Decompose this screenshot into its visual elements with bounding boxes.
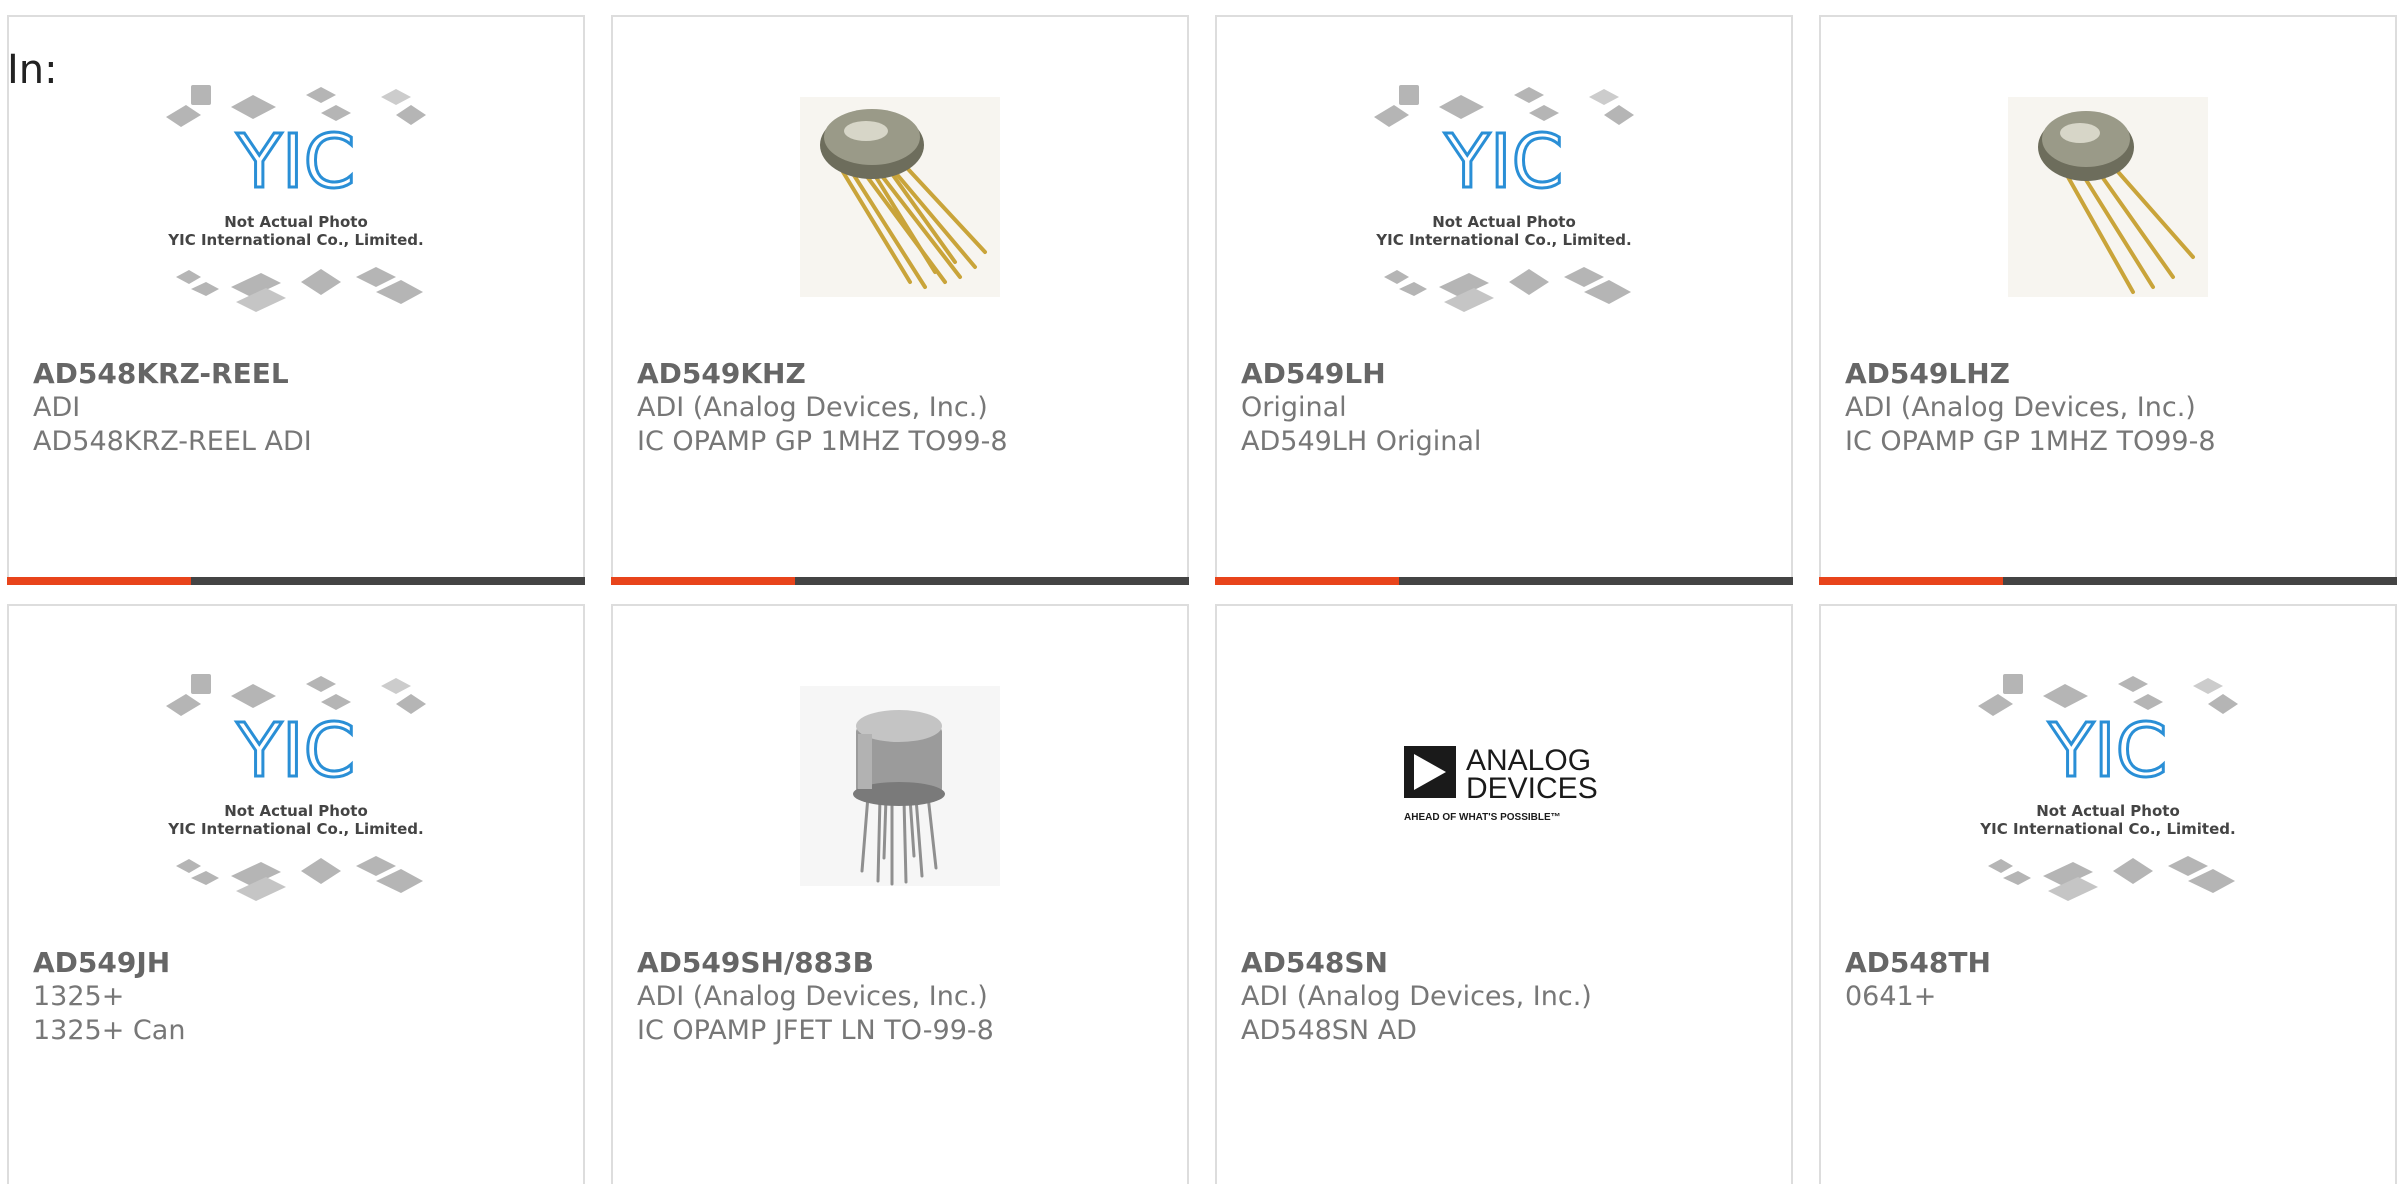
part-number[interactable]: AD548KRZ-REEL xyxy=(33,357,563,391)
description: IC OPAMP GP 1MHZ TO99-8 xyxy=(637,426,1008,457)
to99-gold-can-icon xyxy=(800,97,1000,297)
part-number[interactable]: AD549SH/883B xyxy=(637,946,1167,980)
product-card[interactable]: AD549SH/883B ADI (Analog Devices, Inc.) … xyxy=(611,604,1189,1184)
description: 1325+ Can xyxy=(33,1015,186,1046)
part-number[interactable]: AD549LH xyxy=(1241,357,1771,391)
product-image[interactable]: ANALOG DEVICES AHEAD OF WHAT'S POSSIBLE™ xyxy=(1217,666,1791,906)
product-card[interactable]: AD549LHZ ADI (Analog Devices, Inc.) IC O… xyxy=(1819,15,2397,585)
svg-text:YIC: YIC xyxy=(236,708,356,794)
product-card[interactable]: YIC Not Actual Photo YIC International C… xyxy=(1215,15,1793,585)
part-number[interactable]: AD549LHZ xyxy=(1845,357,2375,391)
product-card[interactable]: YIC Not Actual Photo YIC International C… xyxy=(1819,604,2397,1184)
card-bar xyxy=(1215,577,1793,585)
svg-text:YIC International Co., Limited: YIC International Co., Limited. xyxy=(167,820,423,838)
card-bar xyxy=(7,577,585,585)
product-grid: YIC Not Actual Photo YIC International C… xyxy=(0,0,2400,1184)
svg-text:AHEAD OF WHAT'S POSSIBLE™: AHEAD OF WHAT'S POSSIBLE™ xyxy=(1404,812,1561,823)
svg-text:YIC International Co., Limited: YIC International Co., Limited. xyxy=(1979,820,2235,838)
description: AD548KRZ-REEL ADI xyxy=(33,426,312,457)
product-image[interactable] xyxy=(1821,77,2395,317)
product-image[interactable]: YIC Not Actual Photo YIC International C… xyxy=(1217,77,1791,317)
svg-text:YIC: YIC xyxy=(2048,708,2168,794)
product-card[interactable]: ANALOG DEVICES AHEAD OF WHAT'S POSSIBLE™… xyxy=(1215,604,1793,1184)
description: AD549LH Original xyxy=(1241,426,1482,457)
card-bar-accent xyxy=(1215,577,1399,585)
manufacturer: ADI (Analog Devices, Inc.) xyxy=(1241,981,1592,1012)
manufacturer: ADI (Analog Devices, Inc.) xyxy=(637,392,988,423)
chip-placeholder-icon: YIC Not Actual Photo YIC International C… xyxy=(166,674,426,901)
product-card[interactable]: AD549KHZ ADI (Analog Devices, Inc.) IC O… xyxy=(611,15,1189,585)
product-image[interactable]: YIC Not Actual Photo YIC International C… xyxy=(9,666,583,906)
product-image[interactable] xyxy=(613,666,1187,906)
product-card[interactable]: YIC Not Actual Photo YIC International C… xyxy=(7,604,585,1184)
svg-text:Not Actual Photo: Not Actual Photo xyxy=(224,802,368,820)
manufacturer: ADI (Analog Devices, Inc.) xyxy=(637,981,988,1012)
part-number[interactable]: AD549JH xyxy=(33,946,563,980)
manufacturer: 0641+ xyxy=(1845,981,1937,1012)
to99-metal-can-icon xyxy=(800,686,1000,886)
card-bar xyxy=(1819,577,2397,585)
svg-text:Not Actual Photo: Not Actual Photo xyxy=(1432,213,1576,231)
description: AD548SN AD xyxy=(1241,1015,1417,1046)
svg-text:YIC International Co., Limited: YIC International Co., Limited. xyxy=(167,231,423,249)
analog-devices-logo-icon: ANALOG DEVICES AHEAD OF WHAT'S POSSIBLE™ xyxy=(1404,744,1598,823)
description: IC OPAMP JFET LN TO-99-8 xyxy=(637,1015,994,1046)
chip-placeholder-icon: YIC Not Actual Photo YIC International C… xyxy=(1374,85,1634,312)
manufacturer: ADI (Analog Devices, Inc.) xyxy=(1845,392,2196,423)
svg-text:YIC: YIC xyxy=(1444,119,1564,205)
chip-placeholder-icon: YIC Not Actual Photo YIC International C… xyxy=(1978,674,2238,901)
card-bar xyxy=(611,577,1189,585)
description: IC OPAMP GP 1MHZ TO99-8 xyxy=(1845,426,2216,457)
product-image[interactable] xyxy=(613,77,1187,317)
filter-label: In: xyxy=(7,47,58,93)
chip-placeholder-icon: YIC Not Actual Photo YIC International C… xyxy=(166,85,426,312)
card-bar-accent xyxy=(611,577,795,585)
card-bar-accent xyxy=(7,577,191,585)
to99-gold-can-icon xyxy=(2008,97,2208,297)
product-card[interactable]: YIC Not Actual Photo YIC International C… xyxy=(7,15,585,585)
product-image[interactable]: YIC Not Actual Photo YIC International C… xyxy=(9,77,583,317)
manufacturer: 1325+ xyxy=(33,981,125,1012)
svg-text:YIC: YIC xyxy=(236,119,356,205)
svg-text:DEVICES: DEVICES xyxy=(1466,772,1598,805)
card-bar-accent xyxy=(1819,577,2003,585)
product-image[interactable]: YIC Not Actual Photo YIC International C… xyxy=(1821,666,2395,906)
part-number[interactable]: AD548TH xyxy=(1845,946,2375,980)
manufacturer: ADI xyxy=(33,392,81,423)
part-number[interactable]: AD549KHZ xyxy=(637,357,1167,391)
manufacturer: Original xyxy=(1241,392,1347,423)
svg-text:Not Actual Photo: Not Actual Photo xyxy=(224,213,368,231)
svg-text:Not Actual Photo: Not Actual Photo xyxy=(2036,802,2180,820)
svg-text:YIC International Co., Limited: YIC International Co., Limited. xyxy=(1375,231,1631,249)
part-number[interactable]: AD548SN xyxy=(1241,946,1771,980)
